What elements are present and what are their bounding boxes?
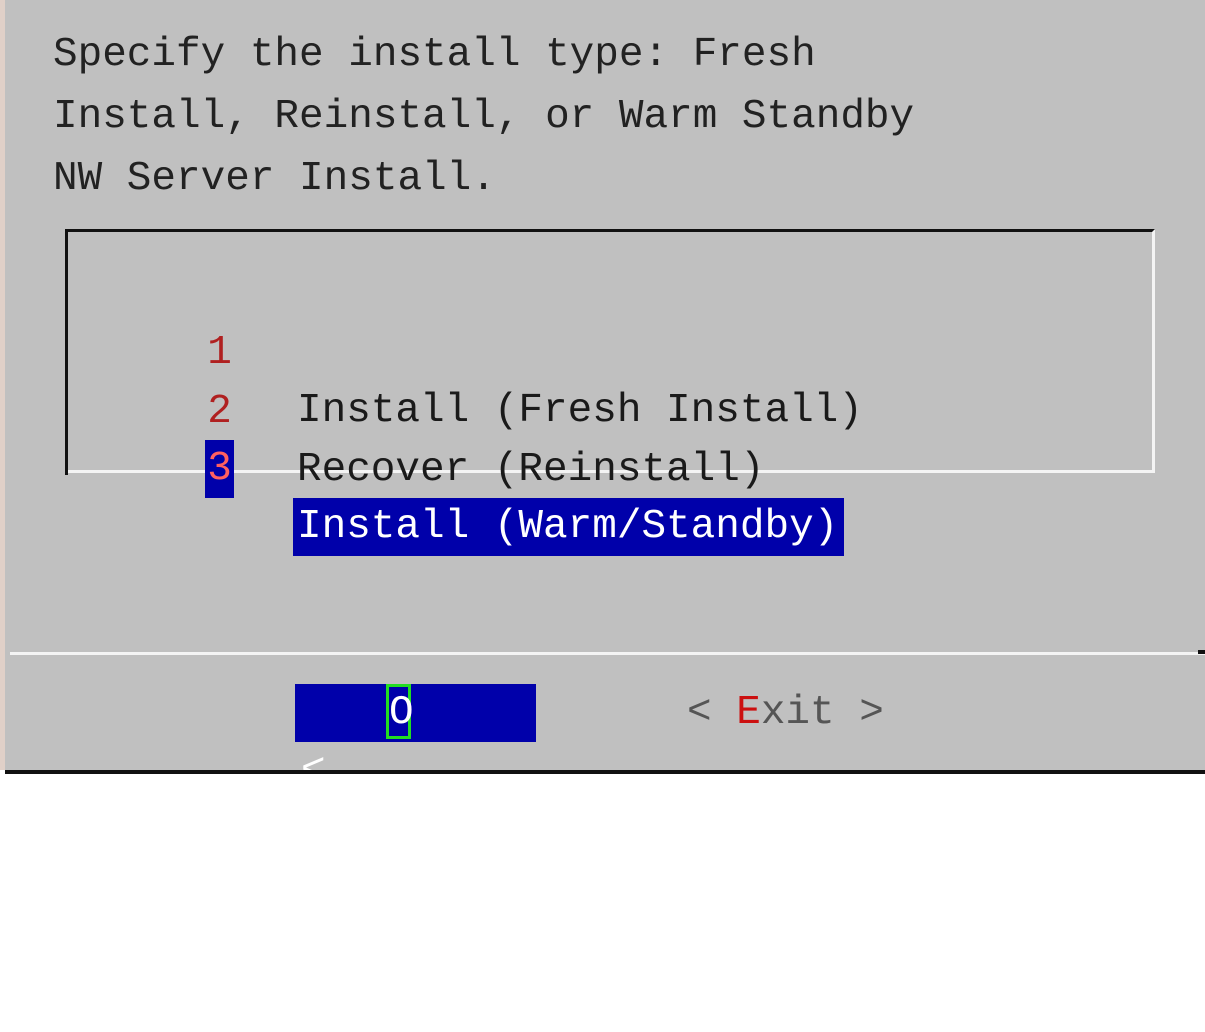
exit-button-hotkey: E bbox=[736, 690, 761, 736]
menu-item-warm-standby[interactable]: 3 Install (Warm/Standby) bbox=[68, 382, 845, 556]
ok-button-hotkey-cursor: O bbox=[386, 684, 414, 739]
install-type-prompt: Specify the install type: Fresh Install,… bbox=[53, 24, 914, 210]
separator-corner bbox=[1198, 650, 1205, 654]
ok-button[interactable]: < O K > bbox=[295, 684, 536, 968]
install-type-dialog: Specify the install type: Fresh Install,… bbox=[0, 0, 1205, 968]
menu-item-fresh-install[interactable]: 1 Install (Fresh Install) bbox=[68, 266, 863, 434]
ok-button-label-rest: K bbox=[412, 864, 437, 910]
dialog-bottom-border bbox=[5, 770, 1205, 774]
ok-button-right-bracket: > bbox=[505, 922, 530, 968]
prompt-line: NW Server Install. bbox=[53, 156, 496, 202]
exit-button-right-bracket: > bbox=[834, 690, 884, 736]
exit-button-label-rest: xit bbox=[760, 690, 835, 736]
menu-item-label: Recover (Reinstall) bbox=[297, 447, 765, 493]
exit-button[interactable]: < Exit > bbox=[687, 684, 884, 742]
prompt-line: Install, Reinstall, or Warm Standby bbox=[53, 94, 915, 140]
menu-item-recover[interactable]: 2 Recover (Reinstall) bbox=[68, 325, 764, 493]
button-separator bbox=[10, 652, 1205, 655]
exit-button-left-bracket: < bbox=[687, 690, 737, 736]
menu-item-label: Install (Warm/Standby) bbox=[293, 498, 845, 556]
menu-item-number: 3 bbox=[205, 440, 234, 498]
prompt-line: Specify the install type: Fresh bbox=[53, 32, 816, 78]
menu-item-label: Install (Fresh Install) bbox=[297, 388, 863, 434]
install-type-menu: 1 Install (Fresh Install) 2 Recover (Rei… bbox=[65, 229, 1155, 556]
